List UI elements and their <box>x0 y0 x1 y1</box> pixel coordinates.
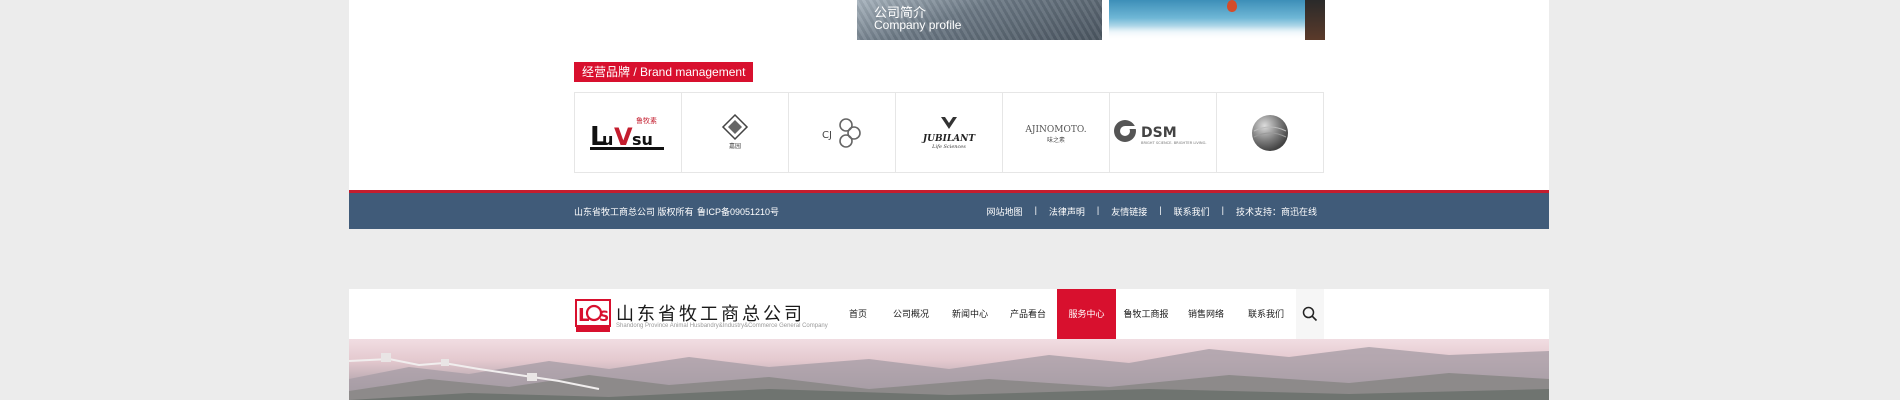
footer-separator: | <box>1034 205 1037 215</box>
nav-item-about[interactable]: 公司概况 <box>881 289 941 339</box>
svg-text:嘉园: 嘉园 <box>729 142 741 150</box>
brand-logo-jiayuan[interactable]: 嘉园 <box>682 93 789 173</box>
brand-logo-strip: L u V su 鲁牧素 嘉园 CJ JUBILANT Life Science… <box>574 92 1324 173</box>
brand-panel: 公司简介 Company profile 经营品牌 / Brand manage… <box>349 0 1549 192</box>
svg-text:味之素: 味之素 <box>1047 136 1065 144</box>
company-profile-tile[interactable]: 公司简介 Company profile <box>857 0 1102 40</box>
footer-link-tech-support[interactable]: 技术支持：商迅在线 <box>1236 205 1317 218</box>
footer-separator: | <box>1159 205 1162 215</box>
brand-logo-cj[interactable]: CJ <box>789 93 896 173</box>
jiayuan-logo-icon: 嘉园 <box>721 113 749 150</box>
footer-separator: | <box>1096 205 1100 215</box>
intro-text-fragment <box>574 0 774 2</box>
svg-text:su: su <box>632 130 653 149</box>
brand-logo-dsm[interactable]: DSM BRIGHT SCIENCE. BRIGHTER LIVING. <box>1110 93 1217 173</box>
svg-text:JUBILANT: JUBILANT <box>921 134 976 144</box>
main-nav: 首页 公司概况 新闻中心 产品看台 服务中心 鲁牧工商报 销售网络 联系我们 <box>835 289 1296 339</box>
site-header-panel: L S 山东省牧工商总公司 Shandong Province Animal H… <box>349 289 1549 400</box>
svg-text:S: S <box>599 309 609 325</box>
svg-text:BRIGHT SCIENCE. BRIGHTER LIVIN: BRIGHT SCIENCE. BRIGHTER LIVING. <box>1141 141 1207 145</box>
feature-image-tile[interactable] <box>1109 0 1325 40</box>
dsm-logo-icon: DSM BRIGHT SCIENCE. BRIGHTER LIVING. <box>1114 119 1207 145</box>
cloud-graphic <box>1109 26 1325 40</box>
svg-text:AJINOMOTO.: AJINOMOTO. <box>1024 125 1086 135</box>
svg-text:DSM: DSM <box>1141 125 1177 141</box>
search-button[interactable] <box>1296 289 1324 339</box>
site-header: L S 山东省牧工商总公司 Shandong Province Animal H… <box>349 289 1549 339</box>
svg-text:鲁牧素: 鲁牧素 <box>636 116 657 125</box>
jubilant-logo-icon: JUBILANT Life Sciences <box>921 116 976 150</box>
luvsu-logo-icon: L u V su 鲁牧素 <box>590 116 664 152</box>
svg-text:Life Sciences: Life Sciences <box>931 144 966 150</box>
footer-separator: | <box>1221 205 1224 215</box>
search-icon <box>1302 306 1318 322</box>
nav-item-service[interactable]: 服务中心 <box>1057 289 1116 339</box>
nav-item-products[interactable]: 产品看台 <box>999 289 1057 339</box>
brand-logo-ajinomoto[interactable]: AJINOMOTO. 味之素 <box>1003 93 1110 173</box>
footer-links: 网站地图 | 法律声明 | 友情链接 | 联系我们 | 技术支持：商迅在线 <box>987 205 1317 218</box>
nav-item-contact[interactable]: 联系我们 <box>1236 289 1296 339</box>
footer-link-contact[interactable]: 联系我们 <box>1174 205 1210 218</box>
nav-item-news[interactable]: 新闻中心 <box>941 289 999 339</box>
company-logo-icon[interactable]: L S <box>575 299 611 333</box>
hero-banner <box>349 339 1549 400</box>
svg-text:CJ: CJ <box>822 130 832 141</box>
footer-link-sitemap[interactable]: 网站地图 <box>987 205 1023 218</box>
nav-item-newspaper[interactable]: 鲁牧工商报 <box>1116 289 1176 339</box>
svg-text:V: V <box>614 123 633 151</box>
footer-icp[interactable]: 鲁ICP备09051210号 <box>697 205 779 218</box>
brand-logo-jubilant[interactable]: JUBILANT Life Sciences <box>896 93 1003 173</box>
cj-logo-icon: CJ <box>822 117 861 148</box>
balloon-graphic <box>1227 0 1237 12</box>
person-graphic <box>1305 0 1325 40</box>
footer-link-friends[interactable]: 友情链接 <box>1111 205 1147 218</box>
brand-section-label: 经营品牌 / Brand management <box>574 62 754 82</box>
profile-title-en: Company profile <box>874 18 962 32</box>
globe-logo-icon <box>1252 114 1288 151</box>
great-wall-banner-image <box>349 347 1549 400</box>
ajinomoto-logo-icon: AJINOMOTO. 味之素 <box>1024 125 1086 144</box>
brand-logo-globe[interactable] <box>1217 93 1324 173</box>
brand-logo-luvsu[interactable]: L u V su 鲁牧素 <box>575 93 682 173</box>
footer-copyright: 山东省牧工商总公司 版权所有 <box>574 207 694 217</box>
page: 公司简介 Company profile 经营品牌 / Brand manage… <box>0 0 1900 400</box>
nav-item-sales-network[interactable]: 销售网络 <box>1176 289 1236 339</box>
company-name-en: Shandong Province Animal Husbandry&Indus… <box>616 323 828 329</box>
nav-item-home[interactable]: 首页 <box>835 289 881 339</box>
footer-link-legal[interactable]: 法律声明 <box>1049 205 1085 218</box>
svg-text:u: u <box>602 130 613 149</box>
site-footer: 山东省牧工商总公司 版权所有 鲁ICP备09051210号 网站地图 | 法律声… <box>349 190 1549 229</box>
